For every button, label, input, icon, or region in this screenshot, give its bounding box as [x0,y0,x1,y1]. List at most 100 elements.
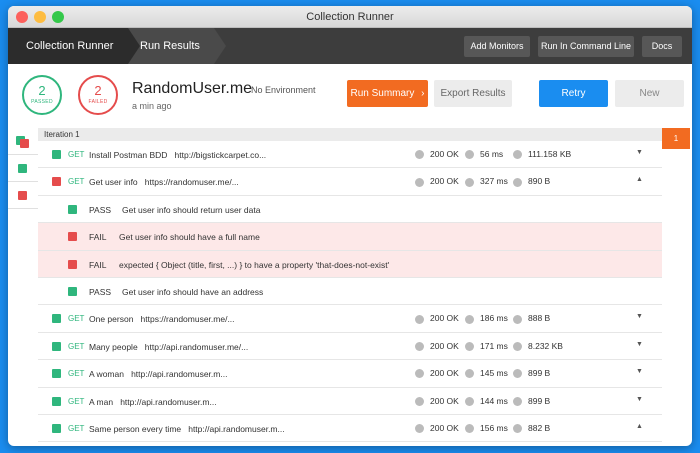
response-time: 156 ms [465,422,508,434]
retry-button[interactable]: Retry [539,80,608,107]
request-row[interactable]: GET Get user info https://randomuser.me/.… [38,168,662,196]
title-bar: Collection Runner [8,6,692,28]
top-nav: Collection Runner Run Results Add Monito… [8,28,692,64]
add-monitors-button[interactable]: Add Monitors [464,36,530,57]
breadcrumb-collection-runner[interactable]: Collection Runner [8,28,128,64]
response-time-value: 171 ms [480,340,508,351]
pass-status-icon [52,369,61,379]
response-status: 200 OK [415,341,459,351]
response-size-value: 882 B [528,422,551,433]
fail-status-icon [20,139,29,148]
breadcrumb-run-results[interactable]: Run Results [128,28,214,64]
response-status: 200 OK [415,423,459,434]
response-time-value: 56 ms [480,149,504,159]
response-time-value: 186 ms [480,313,508,324]
response-status-value: 200 OK [430,340,459,351]
pass-status-icon [18,164,27,173]
response-status: 200 OK [415,176,459,187]
run-in-command-line-button[interactable]: Run In Command Line [538,36,634,57]
run-time-ago: a min ago [132,101,172,111]
response-time-value: 156 ms [480,422,508,433]
sidebar-request-status[interactable] [8,182,38,209]
new-button[interactable]: New [615,80,684,107]
response-time: 171 ms [465,341,508,351]
fail-status-icon [18,191,27,200]
status-dot-icon [465,177,474,187]
request-name-url: A man http://api.randomuser.m... [89,397,217,407]
request-row[interactable]: GET One person https://randomuser.me/... 2… [38,305,662,333]
response-status-value: 200 OK [430,176,459,187]
chevron-down-icon[interactable]: ▼ [636,396,643,403]
request-name-url: Install Postman BDD http://bigstickcarpe… [89,150,266,160]
status-dot-icon [465,424,474,434]
request-row[interactable]: GET A man http://api.randomuser.m... 200 O… [38,388,662,415]
request-list: GET Install Postman BDD http://bigstickca… [38,141,662,443]
chevron-up-icon[interactable]: ▲ [636,423,643,430]
status-dot-icon [415,177,424,187]
request-row[interactable]: GET Many people http://api.randomuser.me/… [38,333,662,361]
maximize-window-button[interactable] [52,11,64,23]
passed-count-badge: 2 PASSED [22,75,62,115]
test-result-label: FAIL [89,232,107,243]
request-name: Many people [89,341,138,352]
request-method: GET [68,341,85,351]
environment-label: No Environment [251,85,316,95]
run-summary-button[interactable]: Run Summary › [347,80,428,107]
status-dot-icon [513,150,522,160]
request-method: GET [68,396,85,406]
response-status-value: 200 OK [430,395,459,406]
request-name: One person [89,314,134,325]
window-title: Collection Runner [306,11,394,23]
status-dot-icon [513,341,522,351]
pass-status-icon [52,314,61,324]
iteration-number-tab[interactable]: 1 [662,128,690,149]
request-name: Install Postman BDD [89,150,168,160]
chevron-right-icon: › [421,88,425,99]
request-url: http://api.randomuser.m... [188,423,285,434]
close-window-button[interactable] [16,11,28,23]
status-dot-icon [415,150,424,160]
request-row[interactable]: GET A woman http://api.randomuser.m... 200… [38,360,662,388]
response-size: 8.232 KB [513,341,563,351]
fail-status-icon [68,259,77,269]
test-result-label: FAIL [89,259,107,270]
status-dot-icon [513,177,522,187]
export-results-button[interactable]: Export Results [434,80,512,107]
request-row[interactable]: GET Same person every time http://api.ran… [38,415,662,443]
test-message: Get user info should return user data [122,204,261,215]
chevron-down-icon[interactable]: ▼ [636,149,643,156]
docs-button[interactable]: Docs [642,36,682,57]
chevron-down-icon[interactable]: ▼ [636,341,643,348]
pass-status-icon [52,341,61,351]
request-name: Get user info [89,177,138,188]
request-name: Same person every time [89,423,182,434]
response-size-value: 111.158 KB [528,149,572,159]
pass-status-icon [52,150,61,159]
request-name-url: A woman http://api.randomuser.m... [89,369,227,379]
request-row[interactable]: GET Install Postman BDD http://bigstickca… [38,141,662,169]
status-dot-icon [513,396,522,406]
chevron-down-icon[interactable]: ▼ [636,313,643,320]
status-dot-icon [513,314,522,324]
test-result-row: PASS Get user info should have an address [38,277,662,306]
test-result-row: PASS Get user info should return user dat… [38,195,662,224]
sidebar-request-status[interactable] [8,128,38,155]
minimize-window-button[interactable] [34,11,46,23]
fail-status-icon [68,232,77,242]
chevron-down-icon[interactable]: ▼ [636,368,643,375]
sidebar-request-status[interactable] [8,155,38,182]
response-size-value: 8.232 KB [528,340,563,351]
response-time-value: 327 ms [480,176,508,187]
response-size-value: 888 B [528,313,551,324]
breadcrumb-separator [214,28,226,64]
chevron-up-icon[interactable]: ▲ [636,176,643,183]
request-url: http://api.randomuser.me/... [144,341,249,352]
pass-status-icon [68,204,77,214]
request-method: GET [68,423,85,433]
response-status: 200 OK [415,396,459,406]
run-summary-header: 2 PASSED 2 FAILED RandomUser.me No Envir… [8,64,692,128]
status-dot-icon [465,396,474,406]
test-message: expected { Object (title, first, ...) } … [119,259,390,270]
status-dot-icon [415,314,424,324]
response-size-value: 899 B [528,368,551,379]
